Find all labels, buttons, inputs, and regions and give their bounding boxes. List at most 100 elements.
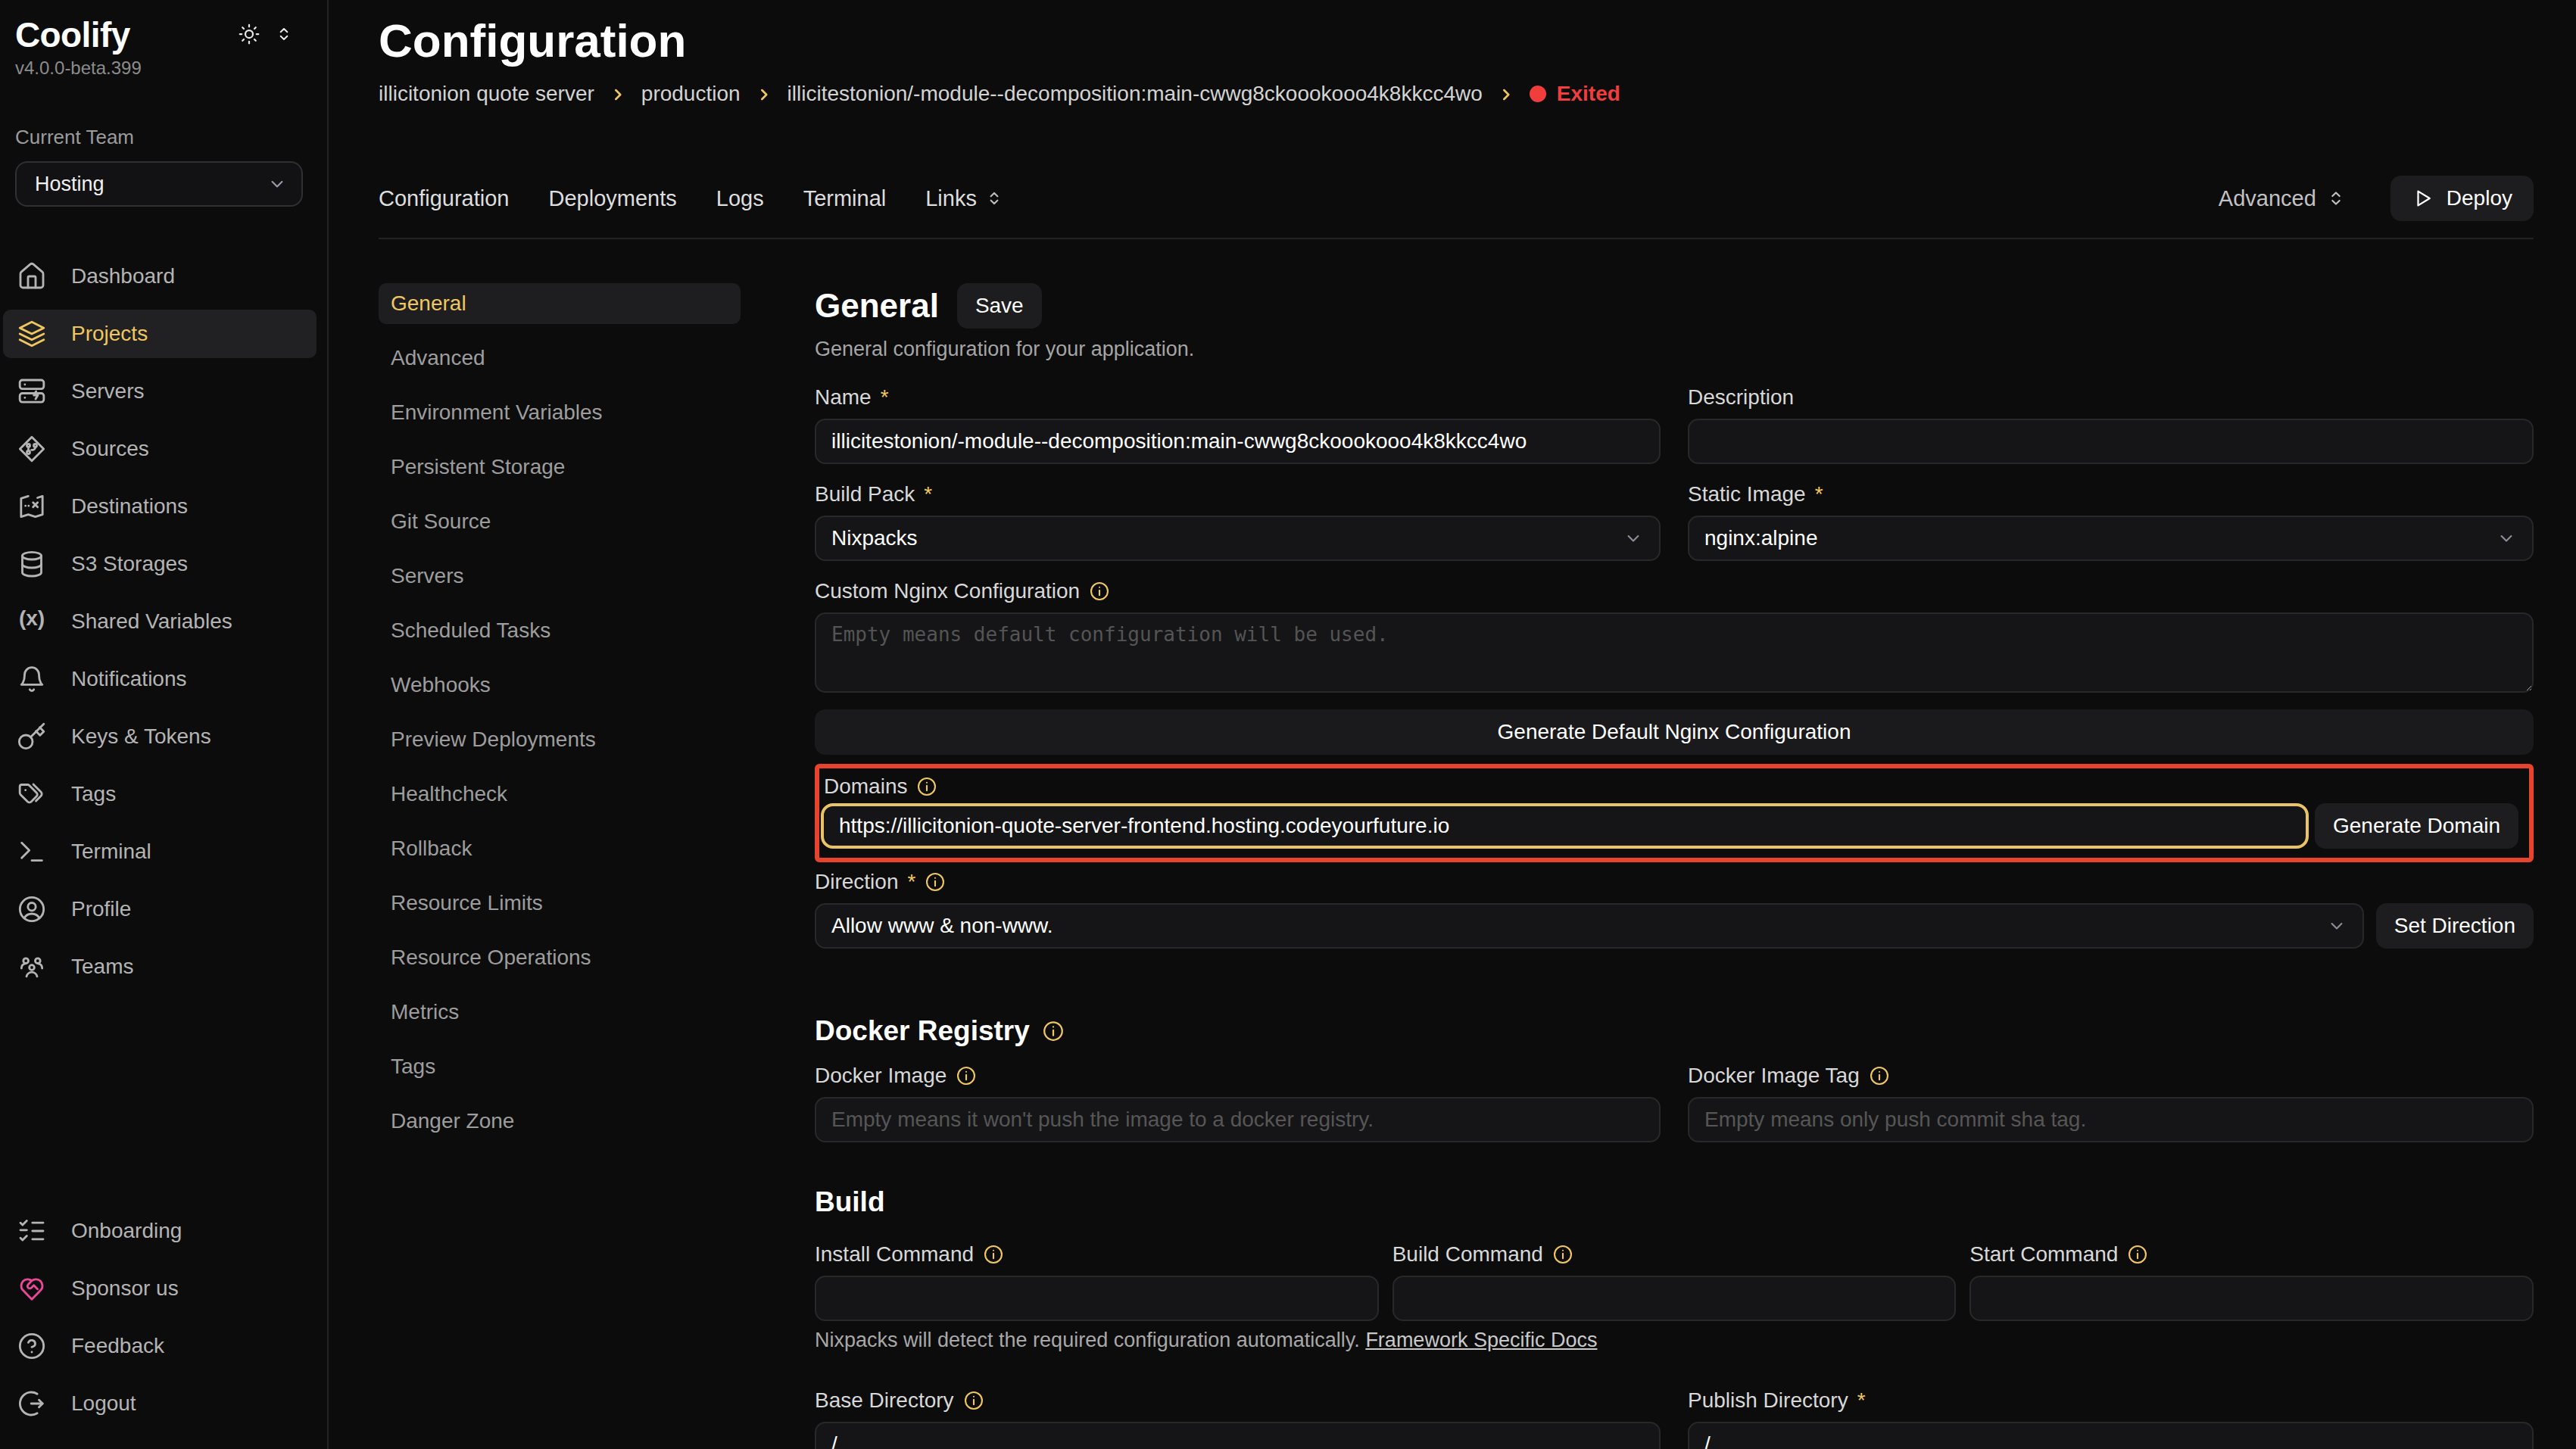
subnav-item-git-source[interactable]: Git Source [379, 501, 741, 542]
subnav-item-preview-deployments[interactable]: Preview Deployments [379, 719, 741, 760]
subnav-item-resource-limits[interactable]: Resource Limits [379, 883, 741, 924]
sidebar-item-profile[interactable]: Profile [3, 885, 317, 933]
sidebar-item-notifications[interactable]: Notifications [3, 655, 317, 703]
base-directory-input[interactable] [815, 1422, 1661, 1449]
sidebar-footer-nav: Onboarding Sponsor us Feedback Logout [0, 1207, 327, 1428]
sidebar-nav: Dashboard Projects Servers Sources Destinati… [0, 252, 327, 991]
breadcrumb-item[interactable]: production [641, 82, 741, 106]
app: Coolify v4.0.0-beta.399 Current Team Hos… [0, 0, 2576, 1449]
deploy-label: Deploy [2447, 186, 2512, 210]
docker-image-input[interactable] [815, 1097, 1661, 1142]
build-pack-select[interactable]: Nixpacks [815, 516, 1661, 561]
subnav-item-metrics[interactable]: Metrics [379, 992, 741, 1033]
docker-image-tag-label: Docker Image Tag [1688, 1061, 2534, 1091]
server-icon [17, 376, 47, 407]
docker-image-tag-input[interactable] [1688, 1097, 2534, 1142]
set-direction-button[interactable]: Set Direction [2376, 903, 2534, 949]
nginx-config-textarea[interactable] [815, 612, 2534, 693]
description-label: Description [1688, 382, 2534, 413]
build-command-input[interactable] [1392, 1276, 1957, 1321]
subnav-item-environment-variables[interactable]: Environment Variables [379, 392, 741, 433]
breadcrumb-item[interactable]: illicitestonion/-module--decomposition:m… [787, 82, 1483, 106]
advanced-selector[interactable]: Advanced [2219, 186, 2347, 211]
tab-configuration[interactable]: Configuration [379, 186, 510, 211]
tags-icon [17, 779, 47, 809]
info-icon [963, 1390, 984, 1411]
save-button[interactable]: Save [957, 283, 1042, 329]
sidebar-item-servers[interactable]: Servers [3, 367, 317, 416]
subnav-item-webhooks[interactable]: Webhooks [379, 665, 741, 706]
subnav-item-scheduled-tasks[interactable]: Scheduled Tasks [379, 610, 741, 651]
domains-input[interactable] [821, 803, 2309, 849]
description-input[interactable] [1688, 419, 2534, 464]
theme-toggle-sun-icon[interactable] [238, 23, 260, 45]
sidebar-item-teams[interactable]: Teams [3, 943, 317, 991]
sidebar-item-label: S3 Storages [71, 552, 188, 576]
subnav-item-servers[interactable]: Servers [379, 556, 741, 597]
sidebar-item-label: Sponsor us [71, 1276, 179, 1301]
deploy-button[interactable]: Deploy [2390, 176, 2534, 221]
general-heading: General [815, 287, 939, 325]
status-badge: Exited [1530, 82, 1620, 106]
sidebar-item-sponsor-us[interactable]: Sponsor us [3, 1264, 317, 1313]
name-label: Name* [815, 382, 1661, 413]
subnav-item-rollback[interactable]: Rollback [379, 828, 741, 869]
sidebar-item-tags[interactable]: Tags [3, 770, 317, 818]
subnav-item-healthcheck[interactable]: Healthcheck [379, 774, 741, 815]
generate-nginx-button[interactable]: Generate Default Nginx Configuration [815, 709, 2534, 755]
chevrons-up-down-icon [2325, 188, 2347, 209]
sidebar-item-dashboard[interactable]: Dashboard [3, 252, 317, 301]
direction-select[interactable]: Allow www & non-www. [815, 903, 2364, 949]
sidebar-item-projects[interactable]: Projects [3, 310, 317, 358]
info-icon [916, 776, 937, 797]
static-image-select[interactable]: nginx:alpine [1688, 516, 2534, 561]
config-subnav: General Advanced Environment Variables Pers… [379, 283, 741, 1449]
publish-directory-input[interactable] [1688, 1422, 2534, 1449]
start-command-label: Start Command [1969, 1239, 2534, 1270]
subnav-item-advanced[interactable]: Advanced [379, 338, 741, 379]
install-command-input[interactable] [815, 1276, 1379, 1321]
sidebar-item-label: Terminal [71, 840, 151, 864]
publish-directory-label: Publish Directory* [1688, 1385, 2534, 1416]
version-switch-chevrons-icon[interactable] [274, 24, 294, 44]
breadcrumb-item[interactable]: illicitonion quote server [379, 82, 594, 106]
sidebar-item-sources[interactable]: Sources [3, 425, 317, 473]
tab-links[interactable]: Links [925, 186, 1004, 211]
team-select[interactable]: Hosting [15, 161, 303, 207]
sidebar-item-shared-variables[interactable]: (x)Shared Variables [3, 597, 317, 646]
subnav-item-tags[interactable]: Tags [379, 1046, 741, 1087]
info-icon [2127, 1244, 2148, 1265]
sidebar-item-terminal[interactable]: Terminal [3, 827, 317, 876]
subnav-item-danger-zone[interactable]: Danger Zone [379, 1101, 741, 1142]
subnav-item-resource-operations[interactable]: Resource Operations [379, 937, 741, 978]
docker-image-label: Docker Image [815, 1061, 1661, 1091]
sidebar-item-s3-storages[interactable]: S3 Storages [3, 540, 317, 588]
generate-domain-button[interactable]: Generate Domain [2315, 803, 2518, 849]
tab-terminal[interactable]: Terminal [803, 186, 887, 211]
page-title: Configuration [379, 14, 2534, 68]
tab-logs[interactable]: Logs [716, 186, 764, 211]
chevron-down-icon [1623, 528, 1644, 549]
database-icon [17, 549, 47, 579]
info-icon [1042, 1020, 1065, 1042]
sidebar-item-label: Feedback [71, 1334, 164, 1358]
advanced-label: Advanced [2219, 186, 2316, 211]
sidebar-item-onboarding[interactable]: Onboarding [3, 1207, 317, 1255]
subnav-item-general[interactable]: General [379, 283, 741, 324]
base-directory-label: Base Directory [815, 1385, 1661, 1416]
subnav-item-persistent-storage[interactable]: Persistent Storage [379, 447, 741, 488]
sidebar-item-label: Keys & Tokens [71, 724, 211, 749]
name-input[interactable] [815, 419, 1661, 464]
sidebar-item-logout[interactable]: Logout [3, 1379, 317, 1428]
sidebar-item-destinations[interactable]: Destinations [3, 482, 317, 531]
sidebar-item-keys-tokens[interactable]: Keys & Tokens [3, 712, 317, 761]
sidebar-item-feedback[interactable]: Feedback [3, 1322, 317, 1370]
heart-handshake-icon [17, 1273, 47, 1304]
layers-icon [17, 319, 47, 349]
framework-docs-link[interactable]: Framework Specific Docs [1365, 1329, 1597, 1351]
home-icon [17, 261, 47, 291]
chevron-down-icon [2496, 528, 2517, 549]
start-command-input[interactable] [1969, 1276, 2534, 1321]
tab-deployments[interactable]: Deployments [549, 186, 677, 211]
chevron-right-icon [608, 85, 628, 104]
